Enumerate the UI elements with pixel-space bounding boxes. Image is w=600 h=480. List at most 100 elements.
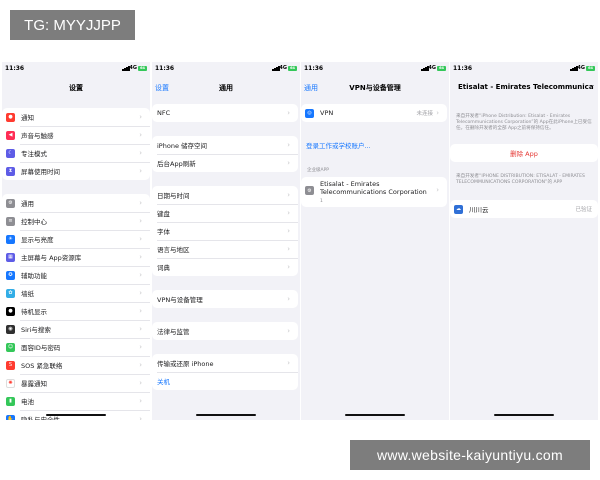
general-row-label: iPhone 储存空间 — [157, 142, 208, 150]
settings-row[interactable]: ✿ 墙纸 › — [2, 284, 150, 302]
legal-label: 法律与监管 — [157, 328, 190, 336]
settings-row[interactable]: ⧗ 屏幕使用时间 › — [2, 162, 150, 180]
standby-icon: ● — [6, 306, 15, 316]
nav-bar: Etisalat - Emirates Telecommunications C… — [450, 81, 598, 95]
settings-row-label: 通知 — [21, 114, 34, 122]
chevron-right-icon: › — [139, 131, 142, 139]
general-row[interactable]: 字体 › — [152, 222, 298, 240]
chevron-right-icon: › — [139, 289, 142, 297]
settings-row[interactable]: ● 待机显示 › — [2, 302, 150, 320]
page-title: Etisalat - Emirates Telecommunications C… — [458, 83, 594, 91]
chevron-right-icon: › — [139, 217, 142, 225]
settings-row[interactable]: ☀ 显示与亮度 › — [2, 230, 150, 248]
settings-row[interactable]: ● 通知 › — [2, 108, 150, 126]
status-time: 11:36 — [453, 65, 473, 72]
vpn-row[interactable]: ◎ VPN 未连接 › — [301, 104, 447, 122]
siri-icon: ◉ — [6, 324, 15, 334]
app-cloud-icon: ☁ — [454, 204, 463, 214]
chevron-right-icon: › — [287, 263, 290, 271]
settings-row[interactable]: ◉ Siri与搜索 › — [2, 320, 150, 338]
signin-link[interactable]: 登录工作或学校账户... — [301, 136, 447, 154]
battery-icon: 64 — [586, 66, 595, 71]
transfer-label: 传输或还原 iPhone — [157, 360, 214, 368]
general-row[interactable]: 词典 › — [152, 258, 298, 276]
settings-row-label: 辅助功能 — [21, 272, 47, 280]
moon-icon: ☾ — [6, 148, 15, 158]
speaker-icon: ◀ — [6, 130, 15, 140]
enterprise-name-line1: Etisalat - Emirates — [320, 180, 380, 188]
chevron-right-icon: › — [139, 379, 142, 387]
settings-row[interactable]: ✺ 暴露通知 › — [2, 374, 150, 392]
status-time: 11:36 — [5, 65, 25, 72]
vpn-device-management-label: VPN与设备管理 — [157, 296, 203, 304]
chevron-right-icon: › — [436, 109, 439, 117]
general-row-label: 键盘 — [157, 210, 170, 218]
general-row[interactable]: 日期与时间 › — [152, 186, 298, 204]
battery-icon: ▮ — [6, 396, 15, 406]
settings-row[interactable]: ◀ 声音与触感 › — [2, 126, 150, 144]
legal-row[interactable]: 法律与监管 › — [152, 322, 298, 340]
home-indicator — [345, 413, 405, 416]
vpn-device-management-row[interactable]: VPN与设备管理 › — [152, 290, 298, 308]
status-bar: 11:36 4G 64 — [301, 65, 449, 75]
network-label: 4G — [428, 65, 436, 71]
signin-label: 登录工作或学校账户... — [306, 142, 371, 150]
nfc-row[interactable]: NFC › — [152, 104, 298, 122]
enterprise-app-row[interactable]: ⚙ Etisalat - Emirates Telecommunications… — [301, 177, 447, 207]
settings-row-label: 面容ID与密码 — [21, 344, 61, 352]
legal-group: 法律与监管 › — [152, 322, 298, 340]
settings-row-label: 声音与触感 — [21, 132, 54, 140]
chevron-right-icon: › — [287, 245, 290, 253]
general-row-label: 日期与时间 — [157, 192, 190, 200]
settings-row-label: 屏幕使用时间 — [21, 168, 60, 176]
settings-row[interactable]: ▦ 主屏幕与 App资源库 › — [2, 248, 150, 266]
screenshot-collage: TG: MYYJJPP 11:36 4G 64 设置 ● 通知 › ◀ 声音与触感 › ☾ 专… — [0, 0, 600, 480]
settings-row[interactable]: ⚙ 通用 › — [2, 194, 150, 212]
general-row-label: 后台App刷新 — [157, 160, 196, 168]
accessibility-icon: ✪ — [6, 270, 15, 280]
page-title: 通用 — [219, 84, 233, 92]
delete-app-label: 删除 App — [510, 150, 538, 158]
settings-row[interactable]: ✪ 辅助功能 › — [2, 266, 150, 284]
settings-row[interactable]: ≡ 控制中心 › — [2, 212, 150, 230]
transfer-row[interactable]: 传输或还原 iPhone › — [152, 354, 298, 372]
general-row[interactable]: iPhone 储存空间 › — [152, 136, 298, 154]
delete-group: 删除 App — [450, 144, 598, 162]
settings-row-label: 控制中心 — [21, 218, 47, 226]
network-label: 4G — [577, 65, 585, 71]
settings-row-label: 暴露通知 — [21, 380, 47, 388]
general-row[interactable]: 键盘 › — [152, 204, 298, 222]
settings-row-label: 专注模式 — [21, 150, 47, 158]
general-row[interactable]: 语言与地区 › — [152, 240, 298, 258]
vpn-label: VPN — [320, 109, 334, 117]
general-row[interactable]: 后台App刷新 › — [152, 154, 298, 172]
settings-row[interactable]: S SOS 紧急联络 › — [2, 356, 150, 374]
apps-note: 来自开发者“IPHONE DISTRIBUTION: ETISALAT - EM… — [456, 174, 585, 185]
chevron-right-icon: › — [139, 415, 142, 420]
settings-row-label: 主屏幕与 App资源库 — [21, 254, 82, 262]
app-row[interactable]: ☁ 川川云 已验证 — [450, 200, 598, 218]
exposure-icon: ✺ — [6, 378, 15, 388]
settings-row[interactable]: ☺ 面容ID与密码 › — [2, 338, 150, 356]
status-time: 11:36 — [304, 65, 324, 72]
chevron-right-icon: › — [287, 327, 290, 335]
nav-bar: 设置 — [2, 81, 150, 95]
sun-icon: ☀ — [6, 234, 15, 244]
trust-note: 来自开发者“iPhone Distribution: Etisalat - Em… — [456, 114, 592, 131]
vpn-device-management-screen: 11:36 4G 64 通用 VPN与设备管理 ◎ VPN 未连接 › 登录工作… — [301, 62, 449, 420]
shutdown-label: 关机 — [157, 378, 170, 386]
chevron-right-icon: › — [139, 361, 142, 369]
settings-row[interactable]: ☾ 专注模式 › — [2, 144, 150, 162]
chevron-right-icon: › — [287, 295, 290, 303]
chevron-right-icon: › — [436, 186, 439, 194]
general-screen: 11:36 4G 64 设置 通用 NFC › iPhone 储存空间 › 后台Ap… — [152, 62, 300, 420]
settings-row[interactable]: ▮ 电池 › — [2, 392, 150, 410]
vpn-group: VPN与设备管理 › — [152, 290, 298, 308]
general-row-label: 字体 — [157, 228, 170, 236]
chevron-right-icon: › — [139, 235, 142, 243]
enterprise-name-line2: Telecommunications Corporation — [320, 188, 427, 196]
shutdown-row[interactable]: 关机 — [152, 372, 298, 390]
home-indicator — [46, 413, 106, 416]
delete-app-button[interactable]: 删除 App — [450, 144, 598, 162]
chevron-right-icon: › — [139, 113, 142, 121]
